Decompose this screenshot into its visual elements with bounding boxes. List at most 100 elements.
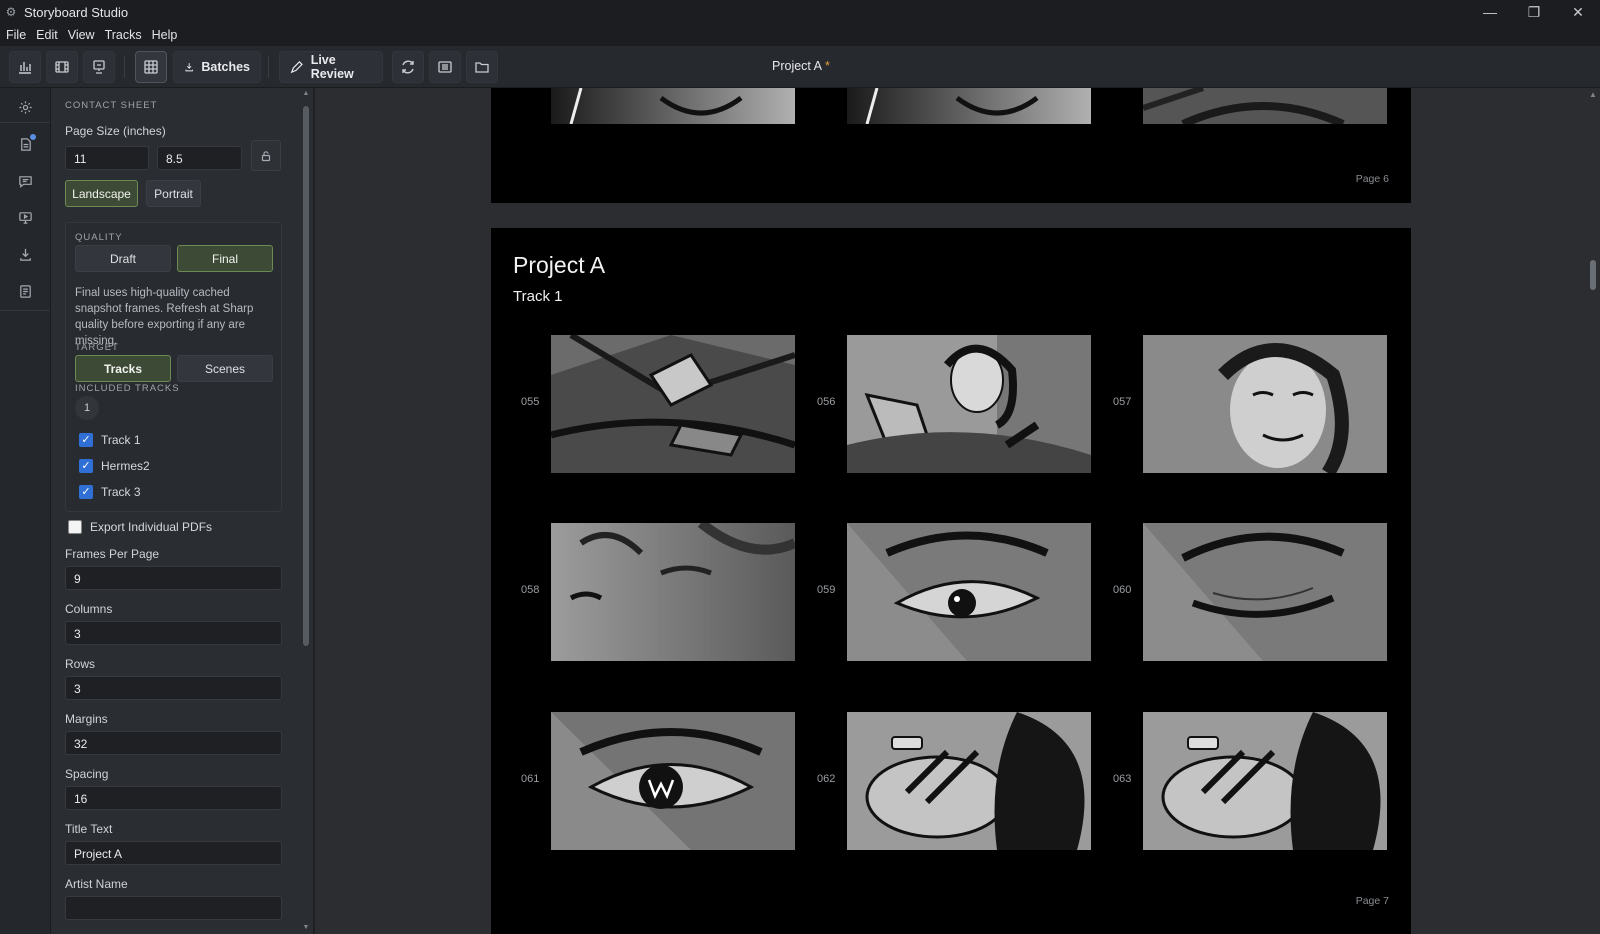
sheet-track-name: Track 1 xyxy=(513,288,563,305)
frame-thumbnail[interactable] xyxy=(1143,88,1387,124)
pen-icon xyxy=(290,61,303,74)
landscape-button[interactable]: Landscape xyxy=(65,180,138,207)
monitor-icon xyxy=(18,211,32,224)
scenes-button[interactable]: Scenes xyxy=(177,355,273,382)
menu-file[interactable]: File xyxy=(6,28,26,42)
rail-divider xyxy=(0,310,50,311)
checkbox-checked-icon[interactable]: ✓ xyxy=(79,485,93,499)
frame-thumbnail[interactable] xyxy=(551,523,795,661)
panel-scrollbar[interactable]: ▲ ▼ xyxy=(303,90,310,931)
open-folder-button[interactable] xyxy=(466,51,498,83)
title-bar: ⚙ Storyboard Studio — ❐ ✕ xyxy=(0,0,1600,24)
quality-title: QUALITY xyxy=(75,232,123,243)
frame-thumbnail[interactable] xyxy=(1143,523,1387,661)
download-icon xyxy=(185,63,193,72)
project-title: Project A * xyxy=(772,59,830,73)
page-height-input[interactable]: 8.5 xyxy=(157,146,242,170)
notes-rail-button[interactable] xyxy=(14,280,36,302)
comments-rail-button[interactable] xyxy=(14,170,36,192)
frame-thumbnail[interactable] xyxy=(847,88,1091,124)
filmstrip-button[interactable] xyxy=(46,51,78,83)
checkbox-checked-icon[interactable]: ✓ xyxy=(79,433,93,447)
rail-divider xyxy=(0,122,50,123)
sheet-title: Project A xyxy=(513,252,606,278)
gear-icon xyxy=(18,100,32,114)
live-review-button[interactable]: Live Review xyxy=(279,51,383,83)
checkbox-unchecked-icon[interactable] xyxy=(68,520,82,534)
grid-icon xyxy=(144,60,158,74)
frame-thumbnail[interactable] xyxy=(847,523,1091,661)
title-text-input[interactable]: Project A xyxy=(65,841,282,865)
batches-button[interactable]: Batches xyxy=(173,51,261,83)
window-controls: — ❐ ✕ xyxy=(1468,0,1600,24)
columns-input[interactable]: 3 xyxy=(65,621,282,645)
margins-input[interactable]: 32 xyxy=(65,731,282,755)
minimize-icon[interactable]: — xyxy=(1468,0,1512,24)
layout-icon xyxy=(438,61,452,73)
live-review-label: Live Review xyxy=(310,53,354,81)
restore-icon[interactable]: ❐ xyxy=(1512,0,1556,24)
tracks-button[interactable]: Tracks xyxy=(75,355,171,382)
lock-aspect-button[interactable] xyxy=(251,140,281,171)
sheet-preview[interactable]: Page 6 Project A Track 1 055 056 057 058… xyxy=(315,88,1600,934)
document-rail-button[interactable] xyxy=(14,133,36,155)
comment-icon xyxy=(18,175,32,188)
frame-thumbnail[interactable] xyxy=(847,712,1091,850)
notes-icon xyxy=(19,284,31,298)
scroll-down-icon[interactable]: ▼ xyxy=(302,924,310,932)
frame-number: 058 xyxy=(521,584,540,596)
options-group: QUALITY Draft Final Final uses high-qual… xyxy=(65,222,282,512)
panel-scroll-thumb[interactable] xyxy=(303,106,309,646)
contact-sheet-panel: CONTACT SHEET Page Size (inches) 11 8.5 … xyxy=(51,88,314,934)
presentation-button[interactable] xyxy=(83,51,115,83)
menu-edit[interactable]: Edit xyxy=(36,28,58,42)
track-checkbox-row[interactable]: ✓ Track 3 xyxy=(79,485,141,499)
rows-input[interactable]: 3 xyxy=(65,676,282,700)
spacing-input[interactable]: 16 xyxy=(65,786,282,810)
menu-view[interactable]: View xyxy=(68,28,95,42)
app-logo-icon: ⚙ xyxy=(5,5,17,19)
frame-thumbnail[interactable] xyxy=(551,335,795,473)
refresh-icon xyxy=(402,60,414,74)
track-checkbox-row[interactable]: ✓ Hermes2 xyxy=(79,459,150,473)
scroll-up-icon[interactable]: ▲ xyxy=(302,90,310,98)
track-label: Track 1 xyxy=(101,433,141,447)
page-number: Page 7 xyxy=(1355,895,1389,907)
refresh-button[interactable] xyxy=(392,51,424,83)
close-icon[interactable]: ✕ xyxy=(1556,0,1600,24)
preview-scrollbar[interactable]: ▲ xyxy=(1586,88,1600,934)
draft-button[interactable]: Draft xyxy=(75,245,171,272)
layout-button[interactable] xyxy=(429,51,461,83)
notification-dot xyxy=(30,134,36,140)
frame-thumbnail[interactable] xyxy=(551,88,795,124)
menu-tracks[interactable]: Tracks xyxy=(105,28,142,42)
portrait-button[interactable]: Portrait xyxy=(146,180,201,207)
frame-number: 056 xyxy=(817,396,836,408)
preview-scroll-thumb[interactable] xyxy=(1590,260,1596,290)
margins-label: Margins xyxy=(65,712,108,726)
artist-name-input[interactable] xyxy=(65,896,282,920)
stats-button[interactable] xyxy=(9,51,41,83)
page-size-label: Page Size (inches) xyxy=(65,124,166,138)
folder-icon xyxy=(475,62,489,73)
lock-icon xyxy=(261,150,271,161)
title-text-label: Title Text xyxy=(65,822,113,836)
track-checkbox-row[interactable]: ✓ Track 1 xyxy=(79,433,141,447)
target-title: TARGET xyxy=(75,342,119,353)
frame-thumbnail[interactable] xyxy=(551,712,795,850)
contact-sheet-button[interactable] xyxy=(135,51,167,83)
export-rail-button[interactable] xyxy=(14,243,36,265)
scroll-up-icon[interactable]: ▲ xyxy=(1589,90,1597,99)
monitor-rail-button[interactable] xyxy=(14,206,36,228)
final-button[interactable]: Final xyxy=(177,245,273,272)
frame-thumbnail[interactable] xyxy=(1143,712,1387,850)
included-tracks-title: INCLUDED TRACKS xyxy=(75,383,180,394)
menu-help[interactable]: Help xyxy=(152,28,178,42)
checkbox-checked-icon[interactable]: ✓ xyxy=(79,459,93,473)
settings-rail-button[interactable] xyxy=(14,96,36,118)
frames-per-page-input[interactable]: 9 xyxy=(65,566,282,590)
export-individual-row[interactable]: Export Individual PDFs xyxy=(68,520,212,534)
page-width-input[interactable]: 11 xyxy=(65,146,149,170)
frame-thumbnail[interactable] xyxy=(847,335,1091,473)
frame-thumbnail[interactable] xyxy=(1143,335,1387,473)
